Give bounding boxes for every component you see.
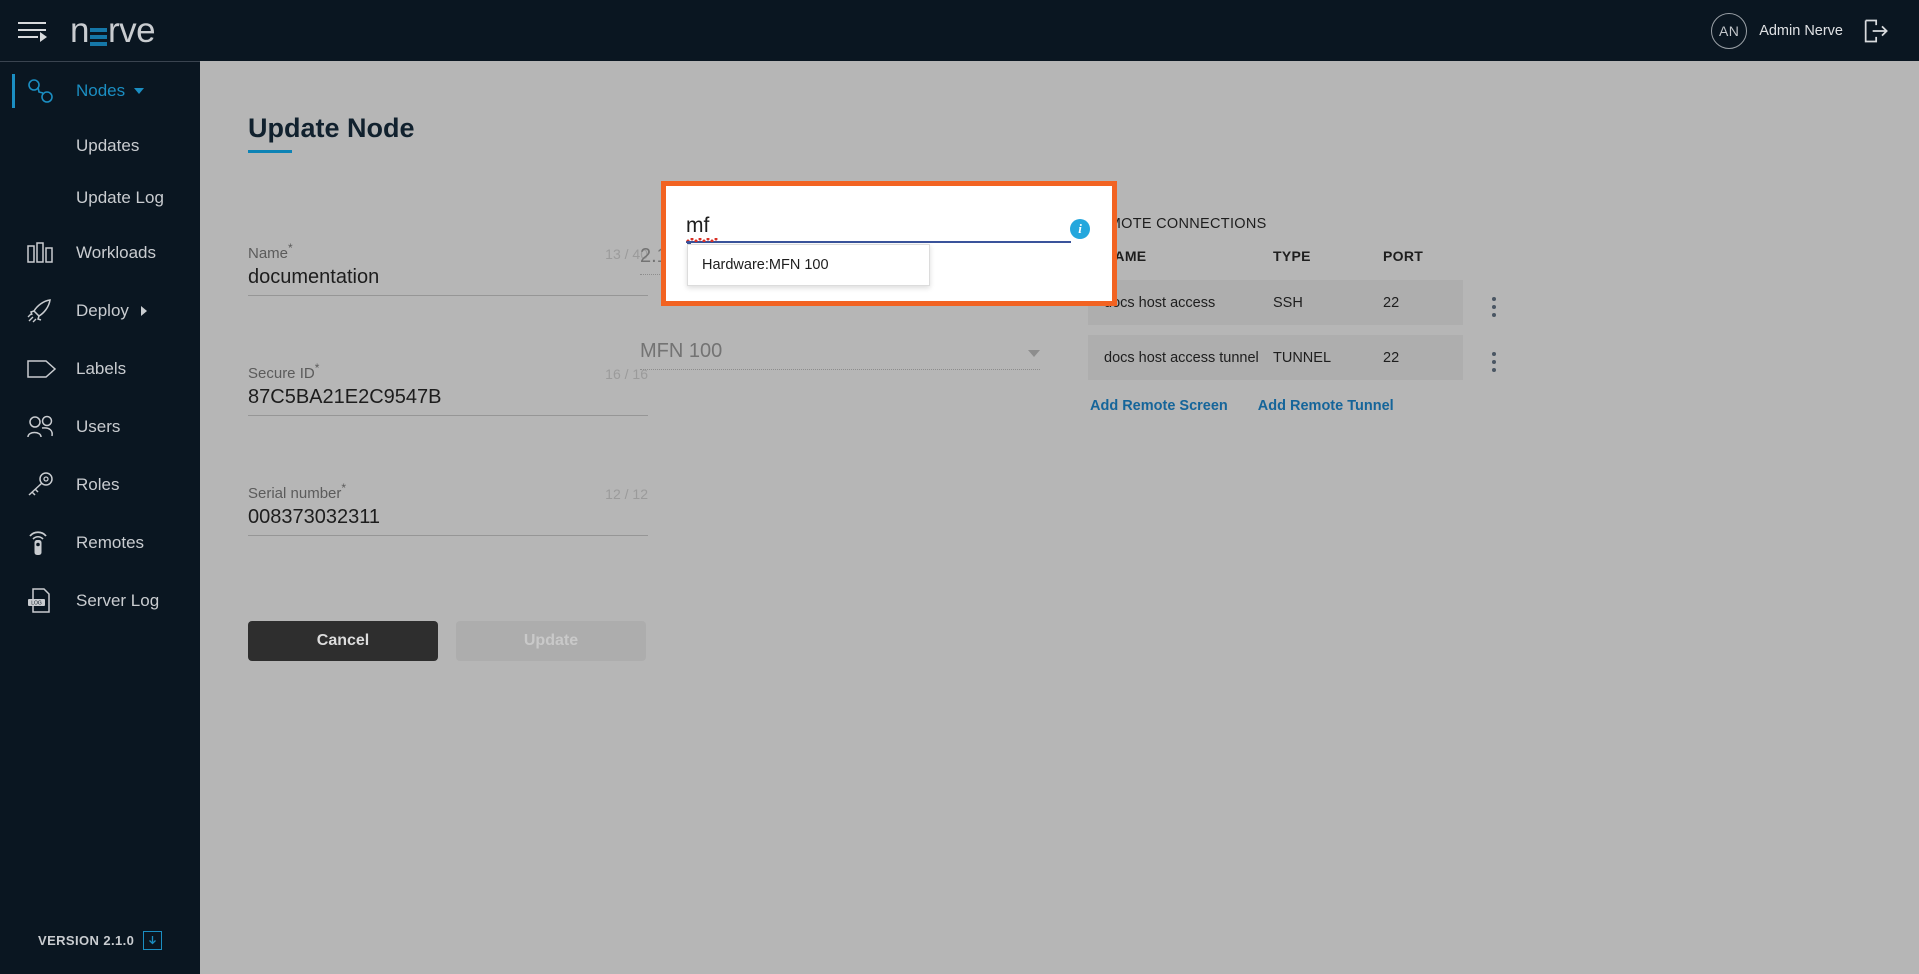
svg-text:LOG: LOG <box>31 601 42 607</box>
field-label: Name* <box>248 241 293 262</box>
name-input[interactable]: documentation <box>248 262 648 296</box>
search-input-value: mf <box>686 214 709 241</box>
remote-connections-panel: REMOTE CONNECTIONS NAME TYPE PORT docs h… <box>1088 216 1508 414</box>
sidebar: Nodes Updates Update Log Workloads <box>0 61 200 974</box>
field-header: Serial number* 12 / 12 <box>248 481 648 502</box>
sidebar-item-label: Users <box>76 417 120 437</box>
search-input[interactable]: mf <box>686 214 1071 243</box>
field-header: Secure ID* 16 / 16 <box>248 361 648 382</box>
form-column-left: Name* 13 / 40 documentation Secure ID* 1… <box>248 241 648 601</box>
column-header-port: PORT <box>1383 248 1463 280</box>
cell-actions <box>1463 280 1508 325</box>
model-select-value: MFN 100 <box>640 340 722 363</box>
field-serial-number: Serial number* 12 / 12 008373032311 <box>248 481 648 536</box>
page-title: Update Node <box>248 113 415 153</box>
column-header-type: TYPE <box>1273 248 1383 280</box>
sidebar-item-update-log[interactable]: Update Log <box>0 172 200 224</box>
sidebar-item-labels[interactable]: Labels <box>0 340 200 398</box>
sidebar-item-deploy[interactable]: Deploy <box>0 282 200 340</box>
search-popup: mf i Hardware:MFN 100 <box>666 186 1112 301</box>
tag-icon <box>26 358 66 380</box>
cancel-button[interactable]: Cancel <box>248 621 438 661</box>
add-remote-tunnel-link[interactable]: Add Remote Tunnel <box>1258 398 1394 414</box>
logout-icon[interactable] <box>1861 17 1889 45</box>
nodes-icon <box>26 78 66 104</box>
logo-e-bars-icon <box>90 28 107 46</box>
table-row-spacer <box>1088 325 1508 335</box>
sidebar-item-users[interactable]: Users <box>0 398 200 456</box>
sidebar-item-workloads[interactable]: Workloads <box>0 224 200 282</box>
suggestion-item[interactable]: Hardware:MFN 100 <box>688 245 929 285</box>
sidebar-item-server-log[interactable]: LOG Server Log <box>0 572 200 630</box>
sidebar-item-remotes[interactable]: Remotes <box>0 514 200 572</box>
field-model: MFN 100 <box>640 340 1040 370</box>
form-actions: Cancel Update <box>248 621 646 661</box>
cell-name: docs host access tunnel <box>1088 335 1273 380</box>
application-root: nrve AN Admin Nerve Nodes Upda <box>0 0 1919 974</box>
topbar-user-area: AN Admin Nerve <box>1711 13 1889 49</box>
chevron-down-icon <box>1028 350 1040 357</box>
user-name-label: Admin Nerve <box>1759 23 1843 39</box>
field-name: Name* 13 / 40 documentation <box>248 241 648 296</box>
sidebar-item-label: Labels <box>76 359 126 379</box>
field-header: Name* 13 / 40 <box>248 241 648 262</box>
avatar[interactable]: AN <box>1711 13 1747 49</box>
sidebar-item-label: Nodes <box>76 81 125 101</box>
sidebar-item-label: Deploy <box>76 301 129 321</box>
sidebar-item-roles[interactable]: Roles <box>0 456 200 514</box>
char-counter: 12 / 12 <box>605 486 648 502</box>
rocket-icon <box>26 298 66 324</box>
remote-connections-links: Add Remote Screen Add Remote Tunnel <box>1088 398 1508 414</box>
sidebar-item-label: Update Log <box>76 188 164 208</box>
cell-type: SSH <box>1273 280 1383 325</box>
users-icon <box>26 415 66 439</box>
sidebar-item-updates[interactable]: Updates <box>0 120 200 172</box>
sidebar-item-nodes[interactable]: Nodes <box>0 62 200 120</box>
workloads-icon <box>26 241 66 265</box>
remote-connections-table: NAME TYPE PORT docs host access SSH 22 <box>1088 248 1508 380</box>
model-select[interactable]: MFN 100 <box>640 340 1040 370</box>
cell-port: 22 <box>1383 335 1463 380</box>
cell-port: 22 <box>1383 280 1463 325</box>
table-row[interactable]: docs host access tunnel TUNNEL 22 <box>1088 335 1508 380</box>
info-icon[interactable]: i <box>1070 219 1090 239</box>
version-info: VERSION 2.1.0 <box>38 931 162 950</box>
highlighted-search-region: mf i Hardware:MFN 100 <box>661 181 1117 306</box>
add-remote-screen-link[interactable]: Add Remote Screen <box>1090 398 1228 414</box>
field-label: Serial number* <box>248 481 346 502</box>
row-menu-icon[interactable] <box>1476 352 1496 372</box>
column-header-actions <box>1463 248 1508 280</box>
autocomplete-suggestions: Hardware:MFN 100 <box>687 244 930 286</box>
field-label: Secure ID* <box>248 361 319 382</box>
sidebar-item-label: Updates <box>76 136 139 156</box>
key-icon <box>26 472 66 498</box>
chevron-right-icon <box>141 306 147 316</box>
row-menu-icon[interactable] <box>1476 297 1496 317</box>
table-header-row: NAME TYPE PORT <box>1088 248 1508 280</box>
table-row[interactable]: docs host access SSH 22 <box>1088 280 1508 325</box>
hamburger-caret-icon <box>40 32 47 42</box>
top-bar: nrve AN Admin Nerve <box>0 0 1919 61</box>
download-icon[interactable] <box>143 931 162 950</box>
chevron-down-icon <box>134 88 144 94</box>
sidebar-item-label: Remotes <box>76 533 144 553</box>
sidebar-item-label: Workloads <box>76 243 156 263</box>
secure-id-input[interactable]: 87C5BA21E2C9547B <box>248 382 648 416</box>
sidebar-item-label: Server Log <box>76 591 159 611</box>
logo-text: nrve <box>70 13 155 48</box>
cell-actions <box>1463 335 1508 380</box>
serial-number-input[interactable]: 008373032311 <box>248 502 648 536</box>
nerve-logo[interactable]: nrve <box>70 0 155 61</box>
update-button: Update <box>456 621 646 661</box>
remote-connections-title: REMOTE CONNECTIONS <box>1088 216 1508 232</box>
hamburger-menu-icon[interactable] <box>18 20 48 42</box>
field-secure-id: Secure ID* 16 / 16 87C5BA21E2C9547B <box>248 361 648 416</box>
sidebar-item-label: Roles <box>76 475 119 495</box>
remote-icon <box>26 529 66 557</box>
server-log-icon: LOG <box>26 587 66 615</box>
version-label: VERSION 2.1.0 <box>38 933 134 948</box>
cell-type: TUNNEL <box>1273 335 1383 380</box>
